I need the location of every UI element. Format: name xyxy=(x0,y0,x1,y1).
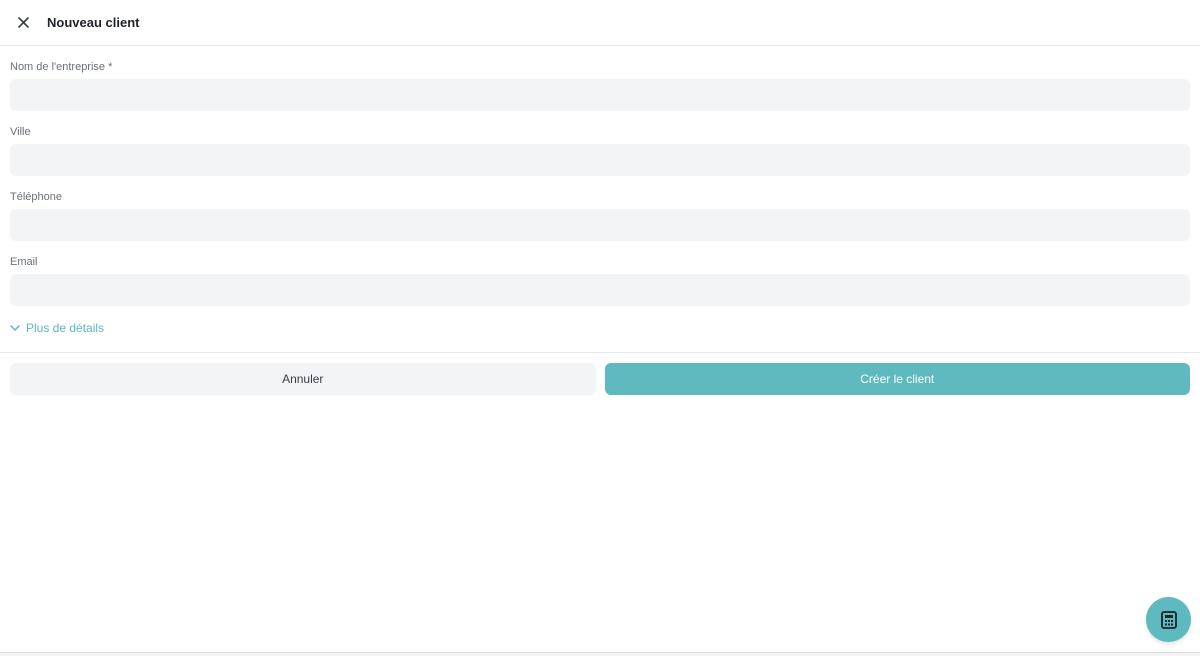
city-field: Ville xyxy=(10,111,1190,176)
city-input[interactable] xyxy=(10,144,1190,176)
phone-input[interactable] xyxy=(10,209,1190,241)
phone-field: Téléphone xyxy=(10,176,1190,241)
chevron-down-icon xyxy=(10,324,20,331)
dialog-title: Nouveau client xyxy=(47,15,140,30)
email-input[interactable] xyxy=(10,274,1190,306)
bottom-edge-strip xyxy=(0,652,1200,656)
form-actions: Annuler Créer le client xyxy=(0,353,1200,395)
phone-label: Téléphone xyxy=(10,191,62,203)
cancel-button[interactable]: Annuler xyxy=(10,363,596,395)
close-button[interactable] xyxy=(0,0,46,46)
more-details-label: Plus de détails xyxy=(26,321,105,335)
calculator-fab-button[interactable] xyxy=(1146,597,1191,642)
new-client-form: Nom de l'entreprise * Ville Téléphone Em… xyxy=(0,46,1200,336)
company-name-label: Nom de l'entreprise * xyxy=(10,61,113,73)
email-field: Email xyxy=(10,241,1190,306)
company-name-field: Nom de l'entreprise * xyxy=(10,46,1190,111)
city-label: Ville xyxy=(10,126,31,138)
create-client-button[interactable]: Créer le client xyxy=(604,363,1190,395)
email-label: Email xyxy=(10,256,38,268)
calculator-icon xyxy=(1160,610,1177,629)
close-icon xyxy=(17,17,29,28)
more-details-toggle[interactable]: Plus de détails xyxy=(10,320,1190,336)
dialog-header: Nouveau client xyxy=(0,0,1200,46)
company-name-input[interactable] xyxy=(10,79,1190,111)
